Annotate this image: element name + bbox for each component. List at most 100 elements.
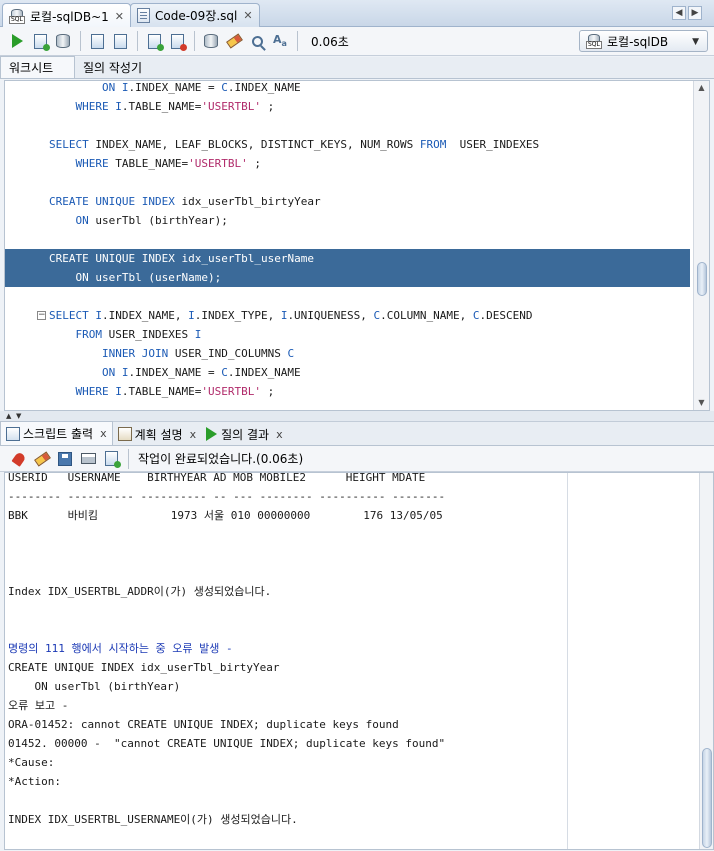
explain-plan-button[interactable]	[86, 30, 108, 52]
sql-keyword: CREATE	[49, 195, 89, 208]
code-line[interactable]: ON userTbl (userName);	[5, 268, 690, 287]
tab-scroll-right-icon[interactable]: ▶	[688, 6, 702, 20]
script-output-panel[interactable]: USERID USERNAME BIRTHYEAR AD MOB MOBILE2…	[4, 472, 714, 850]
doc-tab-worksheet[interactable]: SQL 로컬-sqlDB~1 ✕	[2, 3, 131, 28]
tab-explain-plan[interactable]: 계획 설명 x	[113, 423, 202, 445]
clear-eraser-icon	[33, 450, 51, 467]
code-line[interactable]: WHERE I.TABLE_NAME='USERTBL' ;	[5, 97, 690, 116]
code-text: .TABLE_NAME=	[121, 100, 202, 113]
tab-script-output[interactable]: 스크립트 출력 x	[0, 421, 113, 445]
sql-keyword: ON	[75, 271, 89, 284]
tab-scroll-left-icon[interactable]: ◀	[672, 6, 686, 20]
tab-worksheet[interactable]: 워크시트	[0, 56, 75, 78]
code-text: ;	[260, 100, 275, 113]
code-line[interactable]: SELECT INDEX_NAME, LEAF_BLOCKS, DISTINCT…	[5, 135, 690, 154]
output-line: 01452. 00000 - "cannot CREATE UNIQUE IND…	[8, 737, 446, 750]
commit-button[interactable]	[143, 30, 165, 52]
code-line[interactable]	[5, 173, 690, 192]
collapse-down-icon[interactable]: ▼	[16, 412, 21, 420]
code-text: .INDEX_NAME =	[128, 366, 222, 379]
editor-vertical-scrollbar[interactable]: ▲ ▼	[693, 81, 709, 410]
worksheet-toolbar: Aa 0.06초 SQL 로컬-sqlDB ▼	[0, 27, 714, 56]
clear-button[interactable]	[223, 30, 245, 52]
sql-string: 'USERTBL'	[201, 385, 261, 398]
sql-string: 'USERTBL'	[188, 157, 248, 170]
code-line[interactable]: WHERE TABLE_NAME='USERTBL' ;	[5, 154, 690, 173]
connection-select[interactable]: SQL 로컬-sqlDB ▼	[579, 30, 708, 52]
run-statement-button[interactable]	[6, 30, 28, 52]
output-vertical-scrollbar[interactable]	[699, 473, 713, 849]
scroll-up-icon[interactable]: ▲	[694, 81, 709, 95]
tab-label: 계획 설명	[134, 427, 183, 442]
toolbar-separator	[137, 31, 138, 51]
tab-query-builder[interactable]: 질의 작성기	[75, 57, 150, 78]
close-icon[interactable]: ✕	[243, 9, 252, 22]
doc-tab-code-file[interactable]: Code-09장.sql ✕	[130, 3, 260, 27]
code-line[interactable]: WHERE I.TABLE_NAME='USERTBL' ;	[5, 382, 690, 401]
save-output-button[interactable]	[54, 448, 76, 470]
sql-keyword: I	[115, 385, 122, 398]
clear-output-button[interactable]	[31, 448, 53, 470]
code-text: userTbl (userName);	[88, 271, 222, 284]
sql-history-button[interactable]	[246, 30, 268, 52]
toolbar-separator	[80, 31, 81, 51]
code-text: ;	[247, 157, 261, 170]
sql-keyword: SELECT	[49, 309, 89, 322]
fold-toggle-icon[interactable]: −	[37, 311, 46, 320]
sql-tuning-button[interactable]	[200, 30, 222, 52]
close-icon[interactable]: x	[100, 427, 107, 440]
code-line[interactable]: SELECT I.INDEX_NAME, I.INDEX_TYPE, I.UNI…	[5, 306, 690, 325]
code-text: USER_INDEXES	[102, 328, 195, 341]
code-text: .INDEX_NAME	[227, 81, 301, 94]
print-output-button[interactable]	[77, 448, 99, 470]
scroll-down-icon[interactable]: ▼	[694, 396, 709, 410]
rollback-icon	[170, 33, 187, 51]
close-icon[interactable]: x	[276, 428, 283, 441]
code-line[interactable]: ON userTbl (birthYear);	[5, 211, 690, 230]
rollback-button[interactable]	[166, 30, 188, 52]
autotrace-button[interactable]	[109, 30, 131, 52]
code-text: .INDEX_NAME,	[102, 309, 189, 322]
document-tab-bar: SQL 로컬-sqlDB~1 ✕ Code-09장.sql ✕ ◀ ▶	[0, 0, 714, 28]
sql-editor[interactable]: ON I.INDEX_NAME = C.INDEX_NAME WHERE I.T…	[4, 80, 710, 411]
code-line[interactable]: ON I.INDEX_NAME = C.INDEX_NAME	[5, 363, 690, 382]
sql-keyword: ON	[101, 366, 116, 379]
open-output-button[interactable]	[100, 448, 122, 470]
code-line[interactable]	[5, 287, 690, 306]
run-script-button[interactable]	[29, 30, 51, 52]
sql-file-icon	[137, 8, 150, 23]
code-line[interactable]	[5, 230, 690, 249]
sql-keyword: UNIQUE	[95, 195, 136, 208]
code-line[interactable]: FROM USER_INDEXES I	[5, 325, 690, 344]
scroll-thumb[interactable]	[697, 261, 707, 296]
close-icon[interactable]: x	[190, 428, 197, 441]
sql-worksheet-icon: SQL	[9, 8, 25, 24]
code-line[interactable]: ON I.INDEX_NAME = C.INDEX_NAME	[5, 81, 690, 97]
output-line: 오류 보고 -	[8, 699, 69, 712]
close-icon[interactable]: ✕	[115, 10, 124, 23]
fetch-button[interactable]	[52, 30, 74, 52]
code-line[interactable]: CREATE UNIQUE INDEX idx_userTbl_userName	[5, 249, 690, 268]
explain-plan-icon	[117, 427, 132, 441]
pin-button[interactable]	[8, 448, 30, 470]
collapse-up-icon[interactable]: ▲	[6, 412, 11, 420]
tab-query-result[interactable]: 질의 결과 x	[201, 423, 288, 445]
code-line[interactable]: CREATE UNIQUE INDEX idx_userTbl_birtyYea…	[5, 192, 690, 211]
chevron-down-icon: ▼	[692, 37, 699, 47]
code-text: .COLUMN_NAME,	[380, 309, 473, 322]
code-text: USER_INDEXES	[446, 138, 540, 151]
sql-keyword: ON	[75, 214, 89, 227]
scroll-thumb[interactable]	[702, 748, 712, 848]
history-search-icon	[251, 35, 263, 47]
to-upper-button[interactable]: Aa	[269, 30, 291, 52]
code-line[interactable]	[5, 116, 690, 135]
sql-keyword: C	[472, 309, 480, 322]
code-line[interactable]: INNER JOIN USER_IND_COLUMNS C	[5, 344, 690, 363]
tab-label: 스크립트 출력	[23, 427, 94, 441]
